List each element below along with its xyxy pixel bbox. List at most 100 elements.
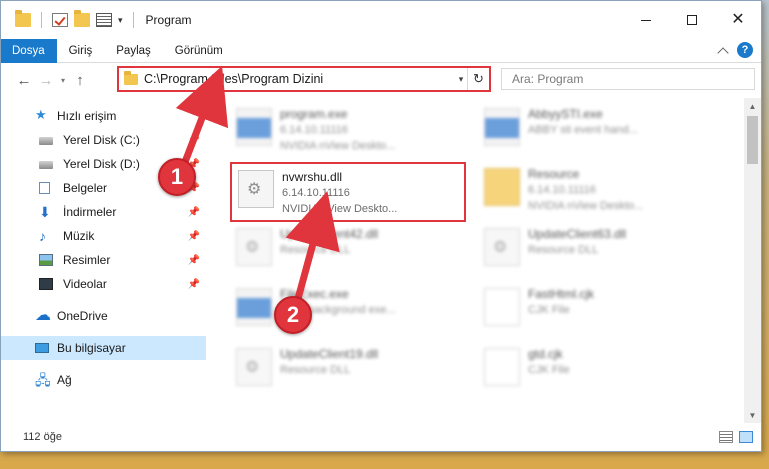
nav-item-label: Ağ [57,373,72,387]
view-buttons [719,431,753,443]
network-icon: 🖧 [35,372,51,388]
pin-icon[interactable]: 📌 [188,279,200,290]
properties-icon[interactable] [96,13,112,27]
vertical-scrollbar[interactable]: ▲ ▼ [744,98,761,423]
close-icon: ✕ [731,11,745,28]
forward-arrow-icon[interactable]: → [35,72,57,89]
tab-giris[interactable]: Giriş [57,39,105,63]
back-arrow-icon[interactable]: ← [13,72,35,89]
file-description: CJK File [528,304,570,316]
file-description: Resource DLL [528,244,599,256]
nav-item-label: OneDrive [57,309,108,323]
nav-item-label: Yerel Disk (D:) [63,157,140,171]
status-bar: 112 öğe [1,423,761,451]
computer-icon [35,343,49,353]
dll-file-icon [238,170,274,208]
minimize-button[interactable] [623,1,669,39]
refresh-icon[interactable]: ↻ [467,68,489,90]
scroll-up-icon[interactable]: ▲ [744,98,761,114]
help-icon[interactable]: ? [737,42,753,58]
music-icon: ♪ [39,228,46,244]
nav-item-quick-access[interactable]: ★ Hızlı erişim [1,104,206,128]
pin-icon[interactable]: 📌 [188,135,200,146]
ribbon-tabs: Dosya Giriş Paylaş Görünüm ? [1,38,761,63]
file-description: Resource DLL [280,364,351,376]
large-icons-view-icon[interactable] [739,431,753,443]
nav-item-pictures[interactable]: Resimler 📌 [1,248,206,272]
quick-access-toolbar: ▾ [1,10,138,28]
navigation-pane: ★ Hızlı erişim Yerel Disk (C:) 📌 Yerel D… [1,98,206,423]
app-file-icon [236,108,272,146]
window-controls: ✕ [623,1,761,39]
nav-item-this-pc[interactable]: Bu bilgisayar [1,336,206,360]
annotation-badge-1: 1 [158,158,196,196]
file-item[interactable]: UpdateClient63.dll Resource DLL [478,222,714,274]
app-file-icon [484,108,520,146]
customize-toolbar-dropdown-icon[interactable]: ▾ [118,15,123,26]
explorer-window: ▾ Program ✕ Dosya Giriş Paylaş Görünüm ?… [0,0,762,452]
address-path[interactable]: C:\Program Files\Program Dizini [144,72,455,86]
nav-item-onedrive[interactable]: ☁ OneDrive [1,304,206,328]
nav-item-downloads[interactable]: ⬇ İndirmeler 📌 [1,200,206,224]
file-description: CJK File [528,364,570,376]
star-icon: ★ [35,107,47,122]
file-item[interactable]: FastHtml.cjk CJK File [478,282,714,334]
up-arrow-icon[interactable]: ↑ [69,72,91,89]
scroll-down-icon[interactable]: ▼ [744,407,761,423]
file-name: UpdateClient42.dll [280,227,379,241]
file-name: FastHtml.cjk [528,287,594,301]
file-version: 6.14.10.11116 [282,187,350,199]
nav-item-videos[interactable]: Videolar 📌 [1,272,206,296]
nav-item-label: Resimler [63,253,111,267]
address-bar[interactable]: C:\Program Files\Program Dizini ▾ ↻ [117,66,491,92]
nav-item-network[interactable]: 🖧 Ağ [1,368,206,392]
pin-icon[interactable]: 📌 [188,231,200,242]
properties-check-icon[interactable] [52,13,68,27]
tab-dosya[interactable]: Dosya [1,38,57,63]
file-item[interactable]: AbbyySTI.exe ABBY sti event hand... [478,102,714,154]
file-item[interactable]: gtd.cjk CJK File [478,342,714,394]
maximize-button[interactable] [669,1,715,39]
search-input[interactable]: Ara: Program [501,68,755,90]
cloud-icon: ☁ [35,307,51,324]
window-title: Program [145,13,192,27]
blank-file-icon [484,288,520,326]
file-name: gtd.cjk [528,347,563,361]
toolbar-separator [41,12,42,28]
file-item-highlighted[interactable]: nvwrshu.dll 6.14.10.11116 NVIDIA nView Des… [230,162,466,222]
pin-icon[interactable]: 📌 [188,207,200,218]
nav-item-music[interactable]: ♪ Müzik 📌 [1,224,206,248]
nav-item-label: Hızlı erişim [57,109,117,123]
file-description: ABBY sti event hand... [528,124,638,136]
file-version: 6.14.10.11116 [528,184,596,196]
navigation-bar: ← → ▾ ↑ C:\Program Files\Program Dizini … [1,63,761,97]
drive-icon [39,161,53,169]
file-item[interactable]: FileExec.exe Abby background exe... [230,282,466,334]
file-item[interactable]: Resource 6.14.10.11116 NVIDIA nView Deskto… [478,162,714,214]
download-icon: ⬇ [39,204,51,220]
file-name: program.exe [280,107,348,121]
pictures-icon [39,254,53,266]
minimize-icon [641,19,651,21]
new-folder-icon[interactable] [74,10,90,27]
tab-paylas[interactable]: Paylaş [104,39,163,63]
file-name: AbbyySTI.exe [528,107,603,121]
nav-item-label: Yerel Disk (C:) [63,133,140,147]
scrollbar-thumb[interactable] [747,116,758,164]
tab-gorunum[interactable]: Görünüm [163,39,235,63]
recent-locations-chevron-icon[interactable]: ▾ [57,76,69,85]
pin-icon[interactable]: 📌 [188,255,200,266]
maximize-icon [687,15,697,25]
chevron-up-icon[interactable] [717,46,729,59]
details-view-icon[interactable] [719,431,733,443]
file-item[interactable]: program.exe 6.14.10.11116 NVIDIA nView Des… [230,102,466,154]
file-item[interactable]: UpdateClient42.dll Resource DLL [230,222,466,274]
chevron-down-icon[interactable]: ▾ [455,74,467,85]
nav-item-disk-c[interactable]: Yerel Disk (C:) 📌 [1,128,206,152]
close-button[interactable]: ✕ [715,1,761,39]
drive-icon [39,137,53,145]
dll-file-icon [236,348,272,386]
file-item[interactable]: UpdateClient19.dll Resource DLL [230,342,466,394]
title-bar: ▾ Program ✕ [1,1,761,39]
content-area: ★ Hızlı erişim Yerel Disk (C:) 📌 Yerel D… [1,98,761,423]
